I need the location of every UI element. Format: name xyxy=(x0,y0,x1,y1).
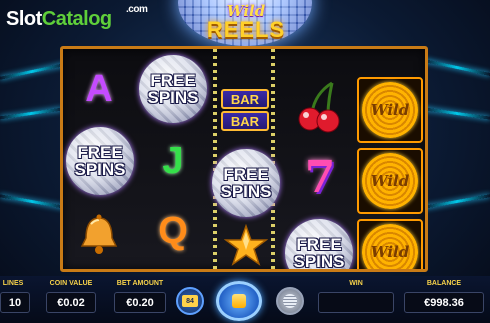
symbol-wild: Wild xyxy=(357,148,423,214)
game-logo: Wild REELS xyxy=(196,2,296,43)
wild-label: Wild xyxy=(370,172,410,190)
free-spins-line1: FREE xyxy=(223,165,269,184)
game-logo-reels: REELS xyxy=(206,17,286,42)
reel-3: BAR BAR FREE SPINS xyxy=(209,49,282,269)
neon-stripe xyxy=(424,194,490,209)
autoplay-icon: 84 xyxy=(182,295,198,307)
bet-amount-label: BET AMOUNT xyxy=(116,280,164,287)
symbol-j: J xyxy=(162,139,184,182)
symbol-q: Q xyxy=(158,209,188,252)
coin-stack-icon xyxy=(283,294,297,308)
neon-stripe xyxy=(0,194,64,209)
free-spins-line2: SPINS xyxy=(74,160,126,179)
neon-stripe xyxy=(0,63,64,80)
bell-icon xyxy=(73,209,125,261)
free-spins-line2: SPINS xyxy=(147,88,199,107)
wild-label: Wild xyxy=(370,243,410,261)
symbol-a: A xyxy=(85,67,113,110)
reel-5: Wild Wild Wild xyxy=(355,49,425,269)
neon-stripe xyxy=(424,58,490,77)
lines-value[interactable]: 10 xyxy=(0,292,30,313)
win-label: WIN xyxy=(349,280,363,287)
balance-label: BALANCE xyxy=(426,280,462,287)
bet-amount-field[interactable]: €0.20 xyxy=(114,292,166,313)
spin-button[interactable] xyxy=(216,281,262,321)
neon-stripe xyxy=(0,107,62,120)
symbol-seven: 7 xyxy=(304,151,336,203)
coin-value-field[interactable]: €0.02 xyxy=(46,292,96,313)
symbol-wild: Wild xyxy=(357,77,423,143)
free-spins-line1: FREE xyxy=(296,235,342,254)
symbol-free-spins: FREE SPINS xyxy=(66,127,134,195)
symbol-bar: BAR xyxy=(221,89,269,109)
free-spins-line1: FREE xyxy=(150,71,196,90)
spin-icon xyxy=(232,294,246,308)
vinyl-record-icon: Wild xyxy=(362,224,418,269)
wild-label: Wild xyxy=(370,101,410,119)
neon-stripe xyxy=(424,107,490,120)
symbol-bar: BAR xyxy=(221,111,269,131)
coin-stack-button[interactable] xyxy=(276,287,304,315)
reel-frame: A FREE SPINS FREE SPINS J Q BAR BAR FREE… xyxy=(60,46,428,272)
vinyl-record-icon: Wild xyxy=(362,153,418,209)
win-field xyxy=(318,292,394,313)
brand-suffix: .com xyxy=(126,4,148,15)
reel-2: FREE SPINS J Q xyxy=(136,49,209,269)
free-spins-line2: SPINS xyxy=(293,252,345,271)
symbol-free-spins: FREE SPINS xyxy=(285,219,353,271)
reel-4: 7 FREE SPINS xyxy=(282,49,355,269)
symbol-free-spins: FREE SPINS xyxy=(139,55,207,123)
autoplay-button[interactable]: 84 xyxy=(176,287,204,315)
reel-1: A FREE SPINS xyxy=(63,49,136,269)
brand-main: Slot xyxy=(6,8,42,30)
symbol-free-spins: FREE SPINS xyxy=(212,149,280,217)
lines-label: LINES xyxy=(2,280,24,287)
symbol-wild: Wild xyxy=(357,219,423,269)
star-icon xyxy=(223,223,269,269)
vinyl-record-icon: Wild xyxy=(362,82,418,138)
free-spins-line2: SPINS xyxy=(220,182,272,201)
cherries-icon xyxy=(294,79,344,133)
slotcatalog-watermark: SlotCatalog .com xyxy=(6,4,148,31)
balance-field: €998.36 xyxy=(404,292,484,313)
coin-value-label: COIN VALUE xyxy=(49,280,93,287)
free-spins-line1: FREE xyxy=(77,143,123,162)
brand-accent: Catalog xyxy=(41,8,112,30)
